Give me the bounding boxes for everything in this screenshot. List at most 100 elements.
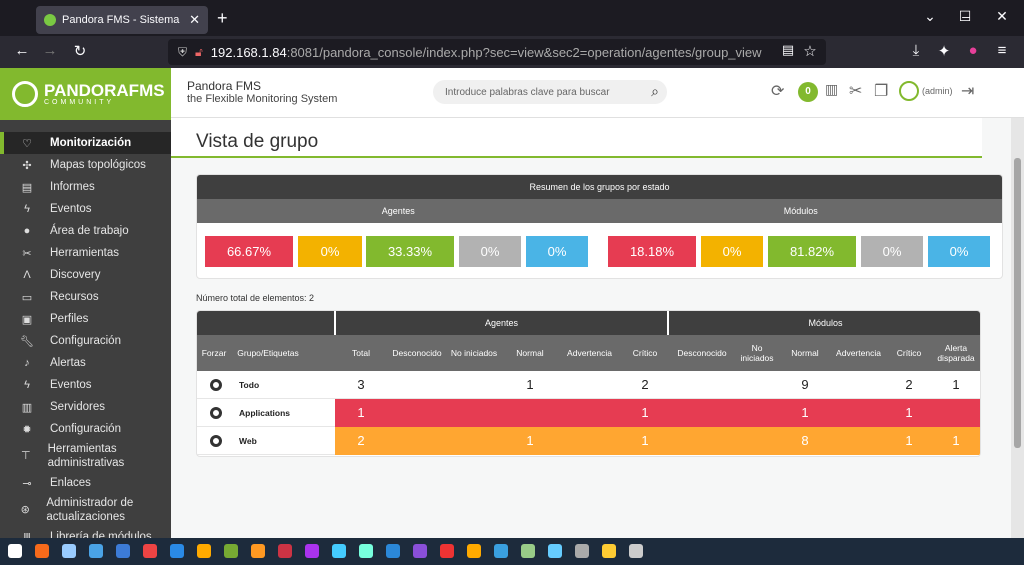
sidebar-item[interactable]: ♪ Alertas — [0, 352, 171, 374]
maximize-icon[interactable]: ☐ — [955, 8, 975, 25]
sidebar-item[interactable]: Λ Discovery — [0, 264, 171, 286]
scrollbar[interactable] — [1011, 118, 1024, 538]
taskbar-app-icon[interactable] — [305, 544, 319, 558]
summary-panel: Resumen de los grupos por estado Agentes… — [196, 174, 1003, 279]
taskbar-app-icon[interactable] — [440, 544, 454, 558]
column-header: Alerta disparada — [937, 343, 975, 363]
sidebar-item[interactable]: 🔧︎ Configuración — [0, 330, 171, 352]
avatar[interactable] — [899, 81, 919, 101]
taskbar-app-icon[interactable] — [386, 544, 400, 558]
sidebar-item[interactable]: ● Área de trabajo — [0, 220, 171, 242]
forward-icon[interactable]: → — [40, 42, 60, 59]
modules-percent-box: 18.18% — [608, 236, 696, 267]
notification-badge[interactable]: 0 — [798, 82, 818, 102]
search-input[interactable]: Introduce palabras clave para buscar ⌕ — [433, 80, 667, 104]
taskbar-app-icon[interactable] — [359, 544, 373, 558]
resources-icon: ▭ — [21, 291, 33, 304]
agents-percent-box: 0% — [459, 236, 521, 267]
taskbar — [0, 538, 1024, 565]
sidebar-item[interactable]: ϟ Eventos — [0, 374, 171, 396]
sidebar-item-label: Enlaces — [50, 477, 91, 489]
taskbar-app-icon[interactable] — [8, 544, 22, 558]
taskbar-app-icon[interactable] — [521, 544, 535, 558]
taskbar-app-icon[interactable] — [35, 544, 49, 558]
sidebar-item[interactable]: ✹ Configuración — [0, 418, 171, 440]
sidebar-item[interactable]: ♡ Monitorización — [0, 132, 171, 154]
menu-icon[interactable]: ≡ — [992, 42, 1012, 59]
taskbar-app-icon[interactable] — [332, 544, 346, 558]
search-icon[interactable]: ⌕ — [651, 83, 659, 100]
shield-icon[interactable]: ⛨ — [178, 45, 187, 60]
taskbar-app-icon[interactable] — [116, 544, 130, 558]
chevron-down-icon[interactable]: ⌄ — [920, 8, 940, 25]
taskbar-app-icon[interactable] — [575, 544, 589, 558]
summary-subheader: Agentes Módulos — [197, 199, 1002, 223]
taskbar-app-icon[interactable] — [629, 544, 643, 558]
table-cell: 1 — [357, 405, 365, 420]
taskbar-app-icon[interactable] — [170, 544, 184, 558]
close-tab-icon[interactable]: ✕ — [189, 12, 200, 28]
url-bar[interactable]: ⛨ 🔓︎ 192.168.1.84:8081/pandora_console/i… — [168, 39, 826, 65]
pandora-logo[interactable]: PANDORAFMS COMMUNITY — [0, 68, 171, 120]
force-radio-icon[interactable] — [210, 379, 222, 391]
refresh-icon[interactable]: ⟳ — [771, 81, 784, 101]
scrollbar-thumb[interactable] — [1014, 158, 1021, 448]
sidebar-item[interactable]: ✂ Herramientas — [0, 242, 171, 264]
taskbar-app-icon[interactable] — [467, 544, 481, 558]
table-header-blank — [197, 311, 334, 335]
taskbar-app-icon[interactable] — [89, 544, 103, 558]
taskbar-app-icon[interactable] — [197, 544, 211, 558]
reader-icon[interactable]: ▤ — [778, 42, 798, 58]
sidebar-item[interactable]: ✣ Mapas topológicos — [0, 154, 171, 176]
pocket-icon[interactable]: ● — [963, 42, 983, 59]
taskbar-app-icon[interactable] — [278, 544, 292, 558]
new-tab-icon[interactable]: + — [217, 8, 228, 29]
close-window-icon[interactable]: ✕ — [992, 8, 1012, 25]
lightning-icon: ϟ — [24, 203, 30, 215]
reload-icon[interactable]: ↻ — [70, 42, 90, 60]
taskbar-app-icon[interactable] — [413, 544, 427, 558]
library-icon: Ⅲ — [23, 531, 31, 539]
copy-icon[interactable]: ❐ — [874, 81, 888, 101]
download-icon[interactable]: ⤓ — [906, 42, 926, 59]
server-status-icon[interactable]: ▥ — [825, 81, 838, 98]
bookmark-star-icon[interactable]: ☆ — [800, 42, 820, 60]
taskbar-app-icon[interactable] — [143, 544, 157, 558]
lock-icon[interactable]: 🔓︎ — [195, 45, 203, 60]
taskbar-app-icon[interactable] — [251, 544, 265, 558]
force-radio-icon[interactable] — [210, 435, 222, 447]
table-cell: 1 — [905, 405, 913, 420]
profile-icon: ▣ — [21, 313, 33, 326]
taskbar-app-icon[interactable] — [548, 544, 562, 558]
link-icon: ⊸ — [22, 477, 32, 490]
sidebar-item[interactable]: ▣ Perfiles — [0, 308, 171, 330]
column-header: Grupo/Etiquetas — [237, 348, 299, 358]
agents-percent-box: 0% — [298, 236, 362, 267]
tools-icon[interactable]: ✂ — [849, 81, 862, 101]
lightning-gear-icon: ϟ — [24, 379, 30, 391]
group-name[interactable]: Todo — [239, 380, 259, 390]
network-map-icon: ✣ — [22, 159, 32, 172]
extension-icon[interactable]: ✦ — [934, 42, 954, 60]
sidebar-item[interactable]: ▤ Informes — [0, 176, 171, 198]
table-cell: 8 — [801, 433, 809, 448]
agents-percent-box: 33.33% — [366, 236, 454, 267]
sidebar-item[interactable]: ⊛ Administrador de actualizaciones — [0, 494, 171, 526]
user-label[interactable]: (admin) — [922, 86, 953, 96]
browser-tab[interactable]: Pandora FMS - Sistema Flexible ✕ — [36, 6, 208, 34]
force-radio-icon[interactable] — [210, 407, 222, 419]
sidebar-item[interactable]: ⊤ Herramientas administrativas — [0, 440, 171, 472]
back-icon[interactable]: ← — [12, 42, 32, 59]
sidebar-item[interactable]: ϟ Eventos — [0, 198, 171, 220]
taskbar-app-icon[interactable] — [602, 544, 616, 558]
sidebar-item[interactable]: ▥ Servidores — [0, 396, 171, 418]
taskbar-app-icon[interactable] — [62, 544, 76, 558]
taskbar-app-icon[interactable] — [494, 544, 508, 558]
taskbar-app-icon[interactable] — [224, 544, 238, 558]
sidebar-item[interactable]: ▭ Recursos — [0, 286, 171, 308]
group-name[interactable]: Applications — [239, 408, 290, 418]
sidebar-item[interactable]: ⊸ Enlaces — [0, 472, 171, 494]
logout-icon[interactable]: ⇥ — [961, 81, 974, 101]
group-name[interactable]: Web — [239, 436, 257, 446]
sidebar-item[interactable]: Ⅲ Librería de módulos — [0, 526, 171, 538]
